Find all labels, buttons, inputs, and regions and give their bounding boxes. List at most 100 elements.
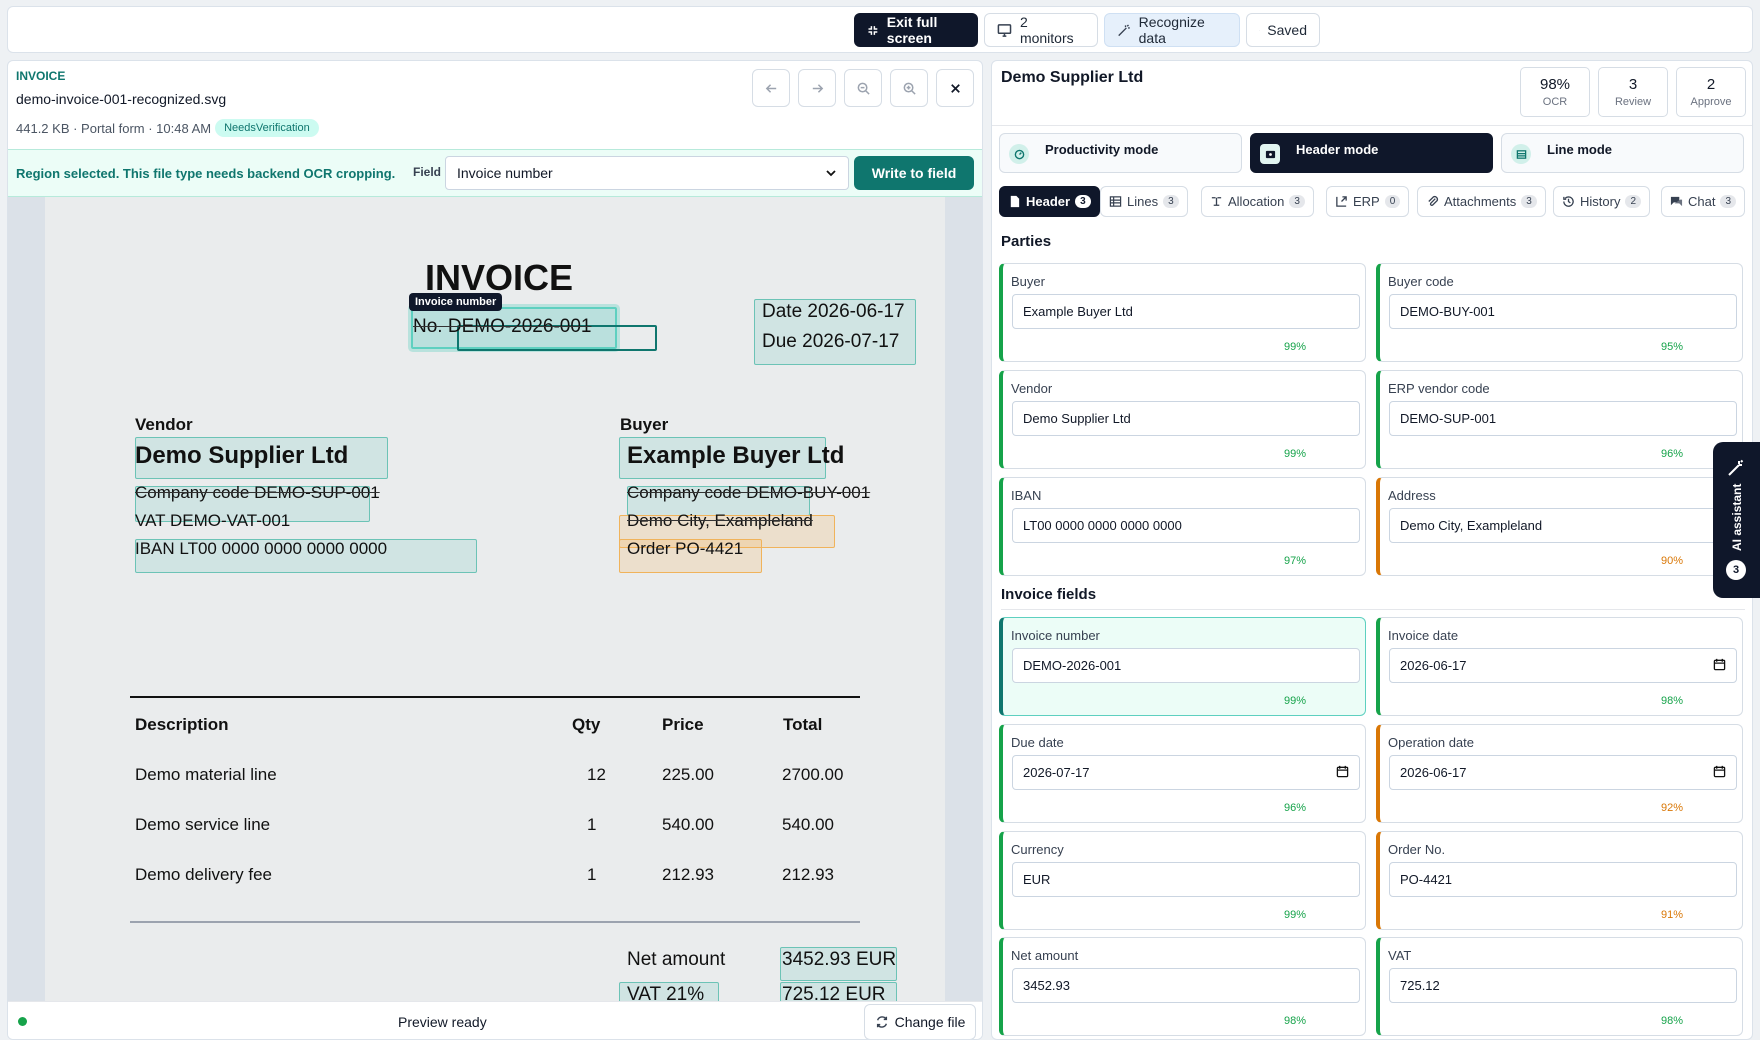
iban-field-card: IBAN LT00 0000 0000 0000 0000 97%	[999, 477, 1366, 576]
status-badge: NeedsVerification	[215, 119, 319, 137]
vendor-code-text: Company code DEMO-SUP-001	[135, 483, 380, 502]
top-toolbar: Exit full screen 2 monitors Recognize da…	[7, 6, 1753, 53]
order-no-input[interactable]: PO-4421	[1389, 862, 1737, 897]
productivity-mode-button[interactable]: Productivity mode	[999, 133, 1242, 173]
history-icon	[1563, 196, 1574, 207]
stat-review: 3 Review	[1598, 67, 1668, 117]
buyer-field-card: Buyer Example Buyer Ltd 99%	[999, 263, 1366, 362]
row-total: 212.93	[782, 865, 834, 884]
row-description: Demo service line	[135, 815, 271, 834]
buyer-heading: Buyer	[620, 415, 669, 434]
close-icon	[950, 83, 960, 93]
calendar-icon[interactable]	[1713, 765, 1726, 781]
calendar-icon[interactable]	[1713, 658, 1726, 674]
address-input[interactable]: Demo City, Exampleland	[1389, 508, 1737, 543]
buyer-code-input[interactable]: DEMO-BUY-001	[1389, 294, 1737, 329]
region-message: Region selected. This file type needs ba…	[16, 166, 396, 181]
recognize-data-button[interactable]: Recognize data	[1104, 13, 1240, 47]
net-amount-field-card: Net amount 3452.93 98%	[999, 937, 1366, 1036]
parties-title: Parties	[1001, 233, 1052, 250]
stat-ocr: 98% OCR	[1520, 67, 1590, 117]
viewer-tools	[752, 69, 974, 107]
tab-history[interactable]: History 2	[1553, 186, 1651, 217]
row-price: 225.00	[662, 765, 714, 784]
col-total: Total	[783, 715, 823, 734]
due-date-input[interactable]: 2026-07-17	[1012, 755, 1360, 790]
ai-assistant-count: 3	[1726, 560, 1746, 580]
ai-assistant-button[interactable]: AI assistant 3	[1713, 442, 1760, 598]
refresh-icon	[876, 1016, 887, 1028]
buyer-code-field-card: Buyer code DEMO-BUY-001 95%	[1376, 263, 1743, 362]
net-amount-label: Net amount	[627, 949, 726, 970]
invoice-number-field-card: Invoice number DEMO-2026-001 99%	[999, 617, 1366, 716]
next-button[interactable]	[798, 69, 836, 107]
buyer-input[interactable]: Example Buyer Ltd	[1012, 294, 1360, 329]
tab-erp[interactable]: ERP 0	[1326, 186, 1410, 217]
arrow-right-icon	[812, 83, 823, 93]
operation-date-field-card: Operation date 2026-06-17 92%	[1376, 724, 1743, 823]
tab-attachments[interactable]: Attachments 3	[1417, 186, 1546, 217]
vendor-heading: Vendor	[135, 415, 193, 434]
row-total: 2700.00	[782, 765, 844, 784]
file-icon	[1010, 195, 1020, 208]
confidence: 98%	[1661, 1015, 1684, 1027]
field-label: Field	[413, 165, 442, 179]
header-mode-button[interactable]: Header mode	[1250, 133, 1493, 173]
invoice-page: INVOICE Invoice number No. DEMO-2026-001…	[45, 197, 945, 1001]
saved-button[interactable]: Saved	[1246, 13, 1320, 47]
buyer-name-text: Example Buyer Ltd	[627, 442, 845, 469]
write-to-field-button[interactable]: Write to field	[854, 156, 974, 190]
erp-vendor-code-input[interactable]: DEMO-SUP-001	[1389, 401, 1737, 436]
tab-header[interactable]: Header 3	[999, 186, 1100, 217]
net-amount-input[interactable]: 3452.93	[1012, 968, 1360, 1003]
list-icon	[1511, 144, 1531, 164]
previous-button[interactable]	[752, 69, 790, 107]
field-select[interactable]: Invoice number	[445, 156, 849, 190]
tab-allocation[interactable]: Allocation 3	[1201, 186, 1314, 217]
chat-icon	[1670, 196, 1683, 207]
confidence: 99%	[1284, 695, 1307, 707]
close-viewer-button[interactable]	[936, 69, 974, 107]
operation-date-input[interactable]: 2026-06-17	[1389, 755, 1737, 790]
row-price: 540.00	[662, 815, 714, 834]
confidence: 97%	[1284, 555, 1307, 567]
monitors-button[interactable]: 2 monitors	[984, 13, 1098, 47]
invoice-number-input[interactable]: DEMO-2026-001	[1012, 648, 1360, 683]
line-mode-button[interactable]: Line mode	[1501, 133, 1744, 173]
vat-input[interactable]: 725.12	[1389, 968, 1737, 1003]
magic-wand-icon	[1118, 23, 1130, 36]
confidence: 91%	[1661, 909, 1684, 921]
exit-full-screen-button[interactable]: Exit full screen	[854, 13, 978, 47]
vendor-input[interactable]: Demo Supplier Ltd	[1012, 401, 1360, 436]
currency-input[interactable]: EUR	[1012, 862, 1360, 897]
vendor-iban-text: IBAN LT00 0000 0000 0000 0000	[135, 539, 388, 558]
change-file-button[interactable]: Change file	[864, 1004, 976, 1039]
due-date-text: Due 2026-07-17	[762, 331, 900, 352]
row-qty: 12	[587, 765, 606, 784]
table-top-rule	[130, 696, 860, 698]
iban-input[interactable]: LT00 0000 0000 0000 0000	[1012, 508, 1360, 543]
tab-lines[interactable]: Lines 3	[1100, 186, 1188, 217]
supplier-title: Demo Supplier Ltd	[1001, 69, 1144, 86]
export-icon	[1336, 196, 1347, 207]
calendar-icon[interactable]	[1336, 765, 1349, 781]
net-amount-value: 3452.93 EUR	[782, 949, 897, 970]
col-description: Description	[135, 715, 229, 734]
zoom-out-button[interactable]	[844, 69, 882, 107]
zoom-in-button[interactable]	[890, 69, 928, 107]
address-field-card: Address Demo City, Exampleland 90%	[1376, 477, 1743, 576]
tab-chat[interactable]: Chat 3	[1661, 186, 1746, 217]
document-type: INVOICE	[16, 69, 66, 83]
table-icon	[1109, 196, 1122, 207]
file-meta: 441.2 KB · Portal form · 10:48 AM NeedsV…	[16, 119, 319, 137]
vat-value: 725.12 EUR	[782, 984, 886, 1001]
invoice-date-input[interactable]: 2026-06-17	[1389, 648, 1737, 683]
file-name: demo-invoice-001-recognized.svg	[16, 91, 227, 107]
vendor-vat-text: VAT DEMO-VAT-001	[135, 511, 291, 530]
confidence: 98%	[1661, 695, 1684, 707]
preview-status: Preview ready	[398, 1014, 487, 1030]
row-qty: 1	[587, 865, 597, 884]
col-qty: Qty	[572, 715, 601, 734]
order-no-field-card: Order No. PO-4421 91%	[1376, 831, 1743, 930]
gauge-icon	[1009, 144, 1029, 164]
